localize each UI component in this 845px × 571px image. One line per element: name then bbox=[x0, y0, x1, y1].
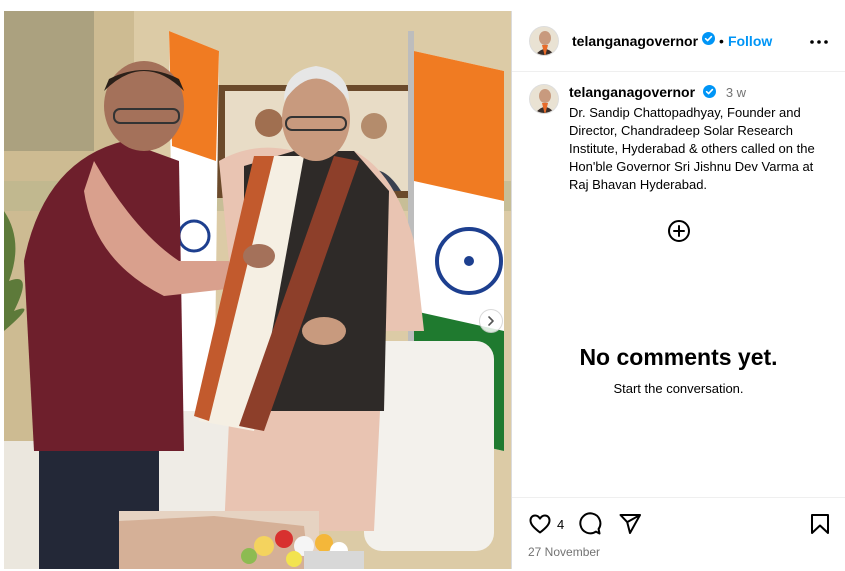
share-icon bbox=[619, 514, 641, 534]
avatar[interactable] bbox=[529, 26, 559, 56]
caption-avatar[interactable] bbox=[529, 84, 559, 114]
header-username[interactable]: telanganagovernor bbox=[572, 33, 698, 49]
post-image[interactable] bbox=[4, 11, 511, 569]
photo-illustration bbox=[4, 11, 511, 569]
post-viewer: telanganagovernor • Follow telanganagove… bbox=[0, 0, 845, 571]
empty-comments-subtitle: Start the conversation. bbox=[613, 381, 744, 396]
like-count[interactable]: 4 bbox=[557, 517, 564, 532]
verified-badge-icon bbox=[702, 32, 716, 50]
verified-badge-icon bbox=[702, 84, 716, 102]
post-side-panel: telanganagovernor • Follow telanganagove… bbox=[511, 11, 845, 569]
post-caption: telanganagovernor 3 w Dr. Sandip Chattop… bbox=[529, 84, 834, 194]
post-header: telanganagovernor • Follow bbox=[512, 11, 845, 72]
caption-header: telanganagovernor 3 w bbox=[569, 84, 824, 102]
action-bar: 4 27 November bbox=[512, 497, 845, 569]
avatar-image bbox=[530, 27, 558, 55]
caption-text: Dr. Sandip Chattopadhyay, Founder and Di… bbox=[569, 104, 815, 192]
add-comment-button[interactable] bbox=[667, 219, 691, 243]
heart-icon bbox=[529, 514, 551, 534]
share-button[interactable] bbox=[618, 512, 644, 538]
follow-button[interactable]: Follow bbox=[728, 33, 772, 49]
more-options-icon bbox=[810, 40, 828, 44]
caption-body: telanganagovernor 3 w Dr. Sandip Chattop… bbox=[569, 84, 824, 194]
header-separator: • bbox=[719, 33, 724, 49]
save-button[interactable] bbox=[808, 512, 834, 538]
avatar-image bbox=[530, 85, 558, 113]
post-time[interactable]: 3 w bbox=[726, 85, 746, 100]
bookmark-icon bbox=[811, 514, 829, 534]
post-date[interactable]: 27 November bbox=[528, 545, 600, 559]
empty-comments-title: No comments yet. bbox=[579, 344, 778, 370]
chevron-right-icon bbox=[488, 316, 494, 326]
more-options-button[interactable] bbox=[809, 32, 829, 52]
add-comment-icon bbox=[668, 220, 690, 242]
comment-icon bbox=[579, 512, 602, 535]
caption-username[interactable]: telanganagovernor bbox=[569, 84, 695, 100]
comment-button[interactable] bbox=[578, 512, 604, 538]
like-button[interactable] bbox=[528, 512, 554, 538]
next-image-button[interactable] bbox=[479, 309, 503, 333]
